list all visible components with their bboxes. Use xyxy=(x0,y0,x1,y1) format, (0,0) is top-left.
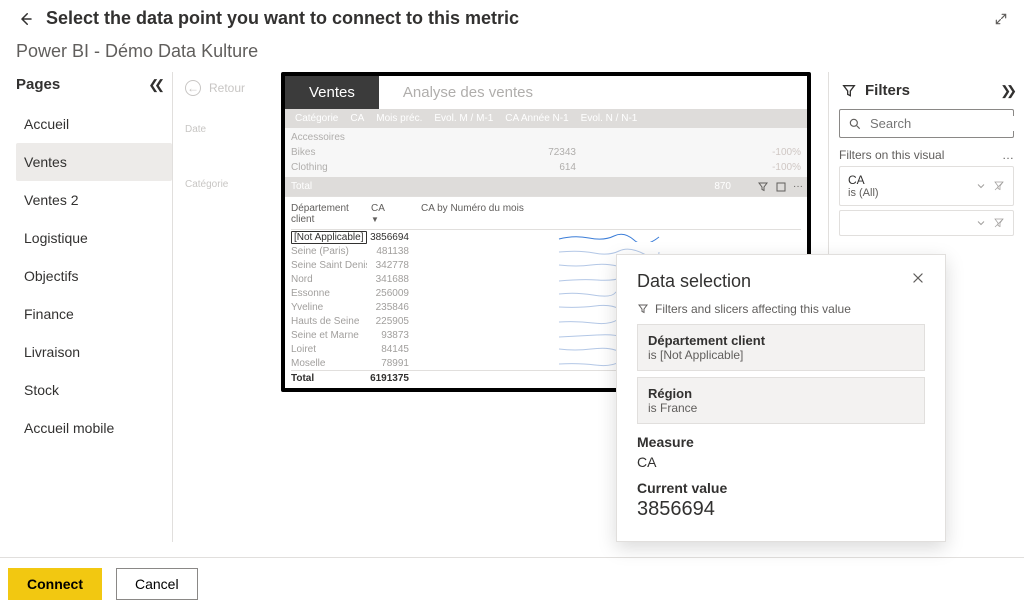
page-item[interactable]: Livraison xyxy=(16,333,172,371)
expand-icon[interactable] xyxy=(994,12,1008,26)
chevron-down-icon[interactable] xyxy=(975,217,987,229)
report-name: Power BI - Démo Data Kulture xyxy=(0,37,1024,72)
filter-icon[interactable] xyxy=(757,181,769,193)
total-value: 6191375 xyxy=(367,373,417,384)
filter-card[interactable] xyxy=(839,210,1014,236)
page-item[interactable]: Ventes 2 xyxy=(16,181,172,219)
filter-context-card: Région is France xyxy=(637,377,925,424)
measure-value: CA xyxy=(637,454,925,470)
sparkline xyxy=(417,232,801,242)
search-icon xyxy=(848,117,862,131)
tab-analyse[interactable]: Analyse des ventes xyxy=(379,76,807,109)
popover-sublabel: Filters and slicers affecting this value xyxy=(655,302,851,316)
more-icon[interactable]: … xyxy=(1002,148,1014,162)
back-arrow-icon[interactable] xyxy=(16,10,34,28)
filters-title: Filters xyxy=(865,82,992,99)
close-icon[interactable] xyxy=(911,271,925,292)
tab-ventes[interactable]: Ventes xyxy=(285,76,379,109)
cancel-button[interactable]: Cancel xyxy=(116,568,198,600)
filters-section-label: Filters on this visual xyxy=(839,148,944,162)
filter-search-input[interactable] xyxy=(870,116,1024,131)
pages-panel: Pages ❮❮ Accueil Ventes Ventes 2 Logisti… xyxy=(0,72,172,542)
more-options-icon[interactable]: ··· xyxy=(793,181,803,193)
table-row[interactable]: [Not Applicable]3856694 xyxy=(291,230,801,244)
sort-desc-icon: ▼ xyxy=(371,215,379,224)
dialog-footer: Connect Cancel xyxy=(0,557,1024,610)
pages-title: Pages xyxy=(16,76,60,93)
data-selection-popover: Data selection Filters and slicers affec… xyxy=(616,254,946,542)
measure-label: Measure xyxy=(637,434,925,450)
chevron-down-icon[interactable] xyxy=(975,180,987,192)
column-header[interactable]: Département client xyxy=(291,203,367,225)
page-list: Accueil Ventes Ventes 2 Logistique Objec… xyxy=(16,105,172,447)
popover-title: Data selection xyxy=(637,271,751,292)
focus-mode-icon[interactable] xyxy=(775,181,787,193)
collapse-icon[interactable]: ❮❮ xyxy=(148,77,160,93)
filter-icon xyxy=(841,83,857,99)
clear-filter-icon[interactable] xyxy=(993,217,1005,229)
page-item[interactable]: Ventes xyxy=(16,143,172,181)
column-header[interactable]: CA by Numéro du mois xyxy=(417,203,801,225)
clear-filter-icon[interactable] xyxy=(993,180,1005,192)
connect-button[interactable]: Connect xyxy=(8,568,102,600)
page-item[interactable]: Accueil xyxy=(16,105,172,143)
filter-card[interactable]: CA is (All) xyxy=(839,166,1014,206)
page-item[interactable]: Accueil mobile xyxy=(16,409,172,447)
page-item[interactable]: Finance xyxy=(16,295,172,333)
filter-search[interactable] xyxy=(839,109,1014,138)
page-title: Select the data point you want to connec… xyxy=(46,8,519,29)
expand-icon[interactable]: ❯❯ xyxy=(1000,83,1012,99)
column-header[interactable]: CA▼ xyxy=(367,203,417,225)
page-item[interactable]: Objectifs xyxy=(16,257,172,295)
current-value: 3856694 xyxy=(637,498,925,521)
page-item[interactable]: Logistique xyxy=(16,219,172,257)
filter-icon xyxy=(637,303,649,315)
report-slicer-area: Date Catégorie xyxy=(185,122,255,192)
total-label: Total xyxy=(291,373,367,384)
current-value-label: Current value xyxy=(637,480,925,496)
report-back-button: ← Retour xyxy=(185,80,245,96)
overview-table: Catégorie CA Mois préc. Evol. M / M-1 CA… xyxy=(285,109,807,196)
filter-context-card: Département client is [Not Applicable] xyxy=(637,324,925,371)
page-item[interactable]: Stock xyxy=(16,371,172,409)
